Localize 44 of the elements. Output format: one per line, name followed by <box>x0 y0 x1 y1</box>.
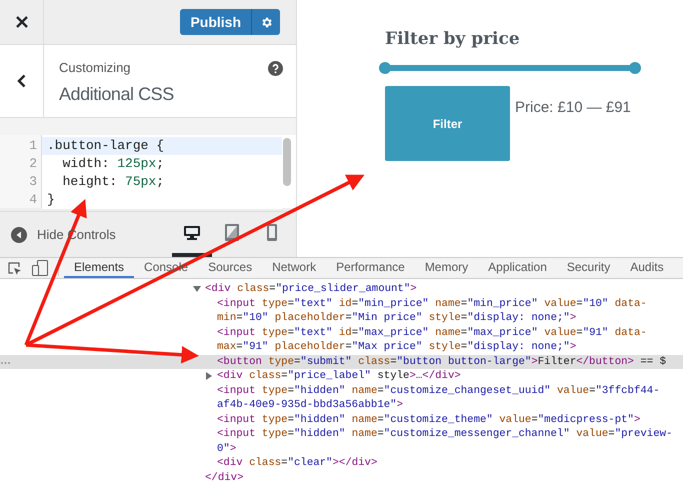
device-toolbar-icon[interactable] <box>32 260 48 276</box>
settings-icon <box>260 16 272 28</box>
dom-node-line[interactable]: <div class="price_label" style>…</div> <box>217 369 683 384</box>
slider-handle[interactable] <box>379 62 391 74</box>
chevron-left-icon <box>17 74 26 88</box>
help-icon[interactable] <box>268 61 283 76</box>
inspect-icon[interactable] <box>7 260 22 276</box>
devtools-tab[interactable]: Audits <box>620 258 674 278</box>
dom-node-line[interactable]: <input type="text" id="min_price" name="min_price" value="10" data-min="10" placeholder="Min price" style="display: none;"> <box>217 296 683 326</box>
close-icon <box>16 16 28 28</box>
section-eyebrow: Customizing <box>59 59 132 77</box>
line-number: 3 <box>28 173 38 191</box>
desktop-icon <box>184 224 200 240</box>
devtools-tab[interactable]: Elements <box>64 258 134 278</box>
dom-node-line[interactable]: <div class="price_slider_amount"> <box>205 282 683 296</box>
dom-node-line[interactable]: <div class="clear"></div> <box>217 456 683 470</box>
devtools-tab[interactable]: Performance <box>326 258 415 278</box>
line-number: 4 <box>28 191 38 209</box>
collapse-icon <box>11 226 27 242</box>
scrollbar[interactable] <box>283 138 291 186</box>
publish-button[interactable]: Publish <box>180 9 251 35</box>
mobile-icon <box>267 224 277 241</box>
devtools-tab[interactable]: Network <box>262 258 326 278</box>
devtools-tab[interactable]: Sources <box>198 258 262 278</box>
settings-button[interactable] <box>251 9 280 35</box>
price-label: Price: £10 — £91 <box>515 98 631 117</box>
dom-node-line[interactable]: </div> <box>205 470 244 484</box>
price-range-slider[interactable] <box>379 62 641 74</box>
code-editor[interactable]: 1 2 3 4 .button-large { width: 125px; height: 75px; } <box>0 135 296 208</box>
line-number: 2 <box>28 155 38 173</box>
dom-node-line[interactable]: <input type="hidden" name="customize_changeset_uuid" value="3ffcbf44-af4b-40e9-935d-bbd3a56abb1e"> <box>217 384 683 412</box>
devtools-tab[interactable]: Application <box>478 258 557 278</box>
dom-node-line[interactable]: <input type="hidden" name="customize_messenger_channel" value="preview-0"> <box>217 427 683 456</box>
collapsed-triangle-icon[interactable] <box>205 372 213 380</box>
devtools-tab[interactable]: Security <box>556 258 620 278</box>
slider-handle[interactable] <box>629 62 641 74</box>
widget-title: Filter by price <box>385 28 521 50</box>
tablet-icon <box>225 224 239 241</box>
devtools-tab[interactable]: Memory <box>414 258 478 278</box>
section-title: Additional CSS <box>59 83 175 106</box>
expanded-triangle-icon[interactable] <box>193 285 201 293</box>
line-number: 1 <box>28 137 38 155</box>
dom-node-line[interactable]: <input type="text" id="max_price" name="max_price" value="91" data-max="91" placeholder="Max price" style="display: none;"> <box>217 326 683 354</box>
dom-node-line[interactable]: <input type="hidden" name="customize_theme" value="medicpress-pt"> <box>217 412 683 427</box>
